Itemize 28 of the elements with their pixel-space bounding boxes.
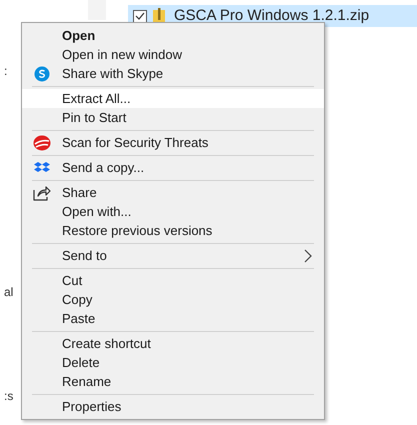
menu-item[interactable]: Create shortcut xyxy=(22,334,324,353)
menu-item[interactable]: Properties xyxy=(22,397,324,416)
menu-item[interactable]: Open in new window xyxy=(22,45,324,64)
menu-item[interactable]: Open xyxy=(22,26,324,45)
checkbox[interactable] xyxy=(133,10,147,22)
menu-item[interactable]: Rename xyxy=(22,372,324,391)
chat-bubble-icon xyxy=(34,66,50,82)
cut-off-text: al xyxy=(4,285,14,299)
menu-item[interactable]: Copy xyxy=(22,290,324,309)
menu-item[interactable]: Share with Skype xyxy=(22,64,324,83)
menu-item[interactable]: Share xyxy=(22,183,324,202)
menu-item[interactable]: Open with... xyxy=(22,202,324,221)
file-name: GSCA Pro Windows 1.2.1.zip xyxy=(174,6,370,26)
share-icon xyxy=(33,184,51,200)
menu-item[interactable]: Scan for Security Threats xyxy=(22,133,324,152)
cut-off-text: :s xyxy=(4,389,14,403)
menu-item[interactable]: Restore previous versions xyxy=(22,221,324,240)
cut-off-text: : xyxy=(4,64,8,78)
menu-item[interactable]: Send a copy... xyxy=(22,158,324,177)
swirl-icon xyxy=(33,134,51,150)
menu-item[interactable]: Extract All... xyxy=(22,89,324,108)
menu-item[interactable]: Paste xyxy=(22,309,324,328)
menu-item[interactable]: Send to xyxy=(22,246,324,265)
menu-item[interactable]: Cut xyxy=(22,271,324,290)
chevron-right-icon xyxy=(304,248,312,262)
menu-item[interactable]: Delete xyxy=(22,353,324,372)
box-icon xyxy=(34,162,50,174)
menu-item[interactable]: Pin to Start xyxy=(22,108,324,127)
